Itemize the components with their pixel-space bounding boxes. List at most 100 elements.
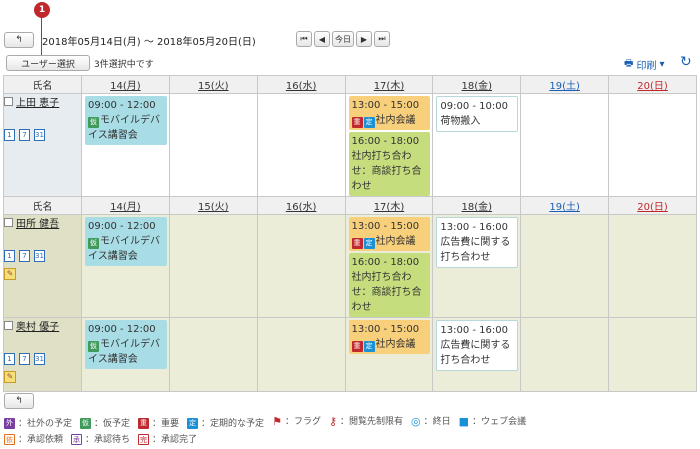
- schedule-event[interactable]: 13:00 - 15:00 重定社内会議: [348, 320, 431, 354]
- day-header: 20(日): [608, 196, 697, 215]
- last-week-button[interactable]: ⏭: [374, 31, 390, 47]
- day-cell[interactable]: 13:00 - 15:00 重定社内会議 16:00 - 18:00 社内打ち合わせ：…: [344, 214, 434, 318]
- day-link[interactable]: 20(日): [637, 81, 668, 92]
- day-link[interactable]: 17(木): [374, 81, 405, 92]
- event-time: 13:00 - 16:00: [440, 222, 508, 233]
- printer-icon: 🖶: [624, 58, 634, 69]
- schedule-event[interactable]: 09:00 - 12:00 仮モバイルデバイス講習会: [85, 96, 167, 145]
- day-link[interactable]: 16(水): [286, 202, 317, 213]
- prev-week-button[interactable]: ◀: [314, 31, 330, 47]
- schedule-event[interactable]: 16:00 - 18:00 社内打ち合わせ：商談打ち合わせ: [348, 132, 431, 196]
- day-link[interactable]: 17(木): [374, 202, 405, 213]
- day-link[interactable]: 16(水): [286, 81, 317, 92]
- schedule-event[interactable]: 09:00 - 10:00 荷物搬入: [436, 96, 519, 132]
- day-link[interactable]: 18(金): [462, 81, 493, 92]
- day-cell[interactable]: [168, 93, 258, 197]
- day-link[interactable]: 14(月): [110, 81, 141, 92]
- event-time: 09:00 - 12:00: [88, 221, 156, 232]
- event-title: 仮モバイルデバイス講習会: [88, 236, 160, 262]
- user-name-link[interactable]: 奥村 優子: [16, 318, 59, 333]
- day-view-icon[interactable]: 1: [4, 129, 15, 141]
- day-link[interactable]: 19(土): [549, 81, 580, 92]
- day-cell[interactable]: 09:00 - 12:00 仮モバイルデバイス講習会: [81, 93, 170, 197]
- first-week-button[interactable]: ⏮: [296, 31, 312, 47]
- day-cell[interactable]: [256, 214, 346, 318]
- day-cell[interactable]: [520, 214, 610, 318]
- event-time: 13:00 - 15:00: [351, 100, 420, 111]
- schedule-event[interactable]: 09:00 - 12:00 仮モバイルデバイス講習会: [85, 320, 167, 369]
- legend-tag-icon: 定: [187, 418, 199, 429]
- day-cell[interactable]: 09:00 - 12:00 仮モバイルデバイス講習会: [81, 214, 170, 318]
- schedule-event[interactable]: 13:00 - 15:00 重定社内会議: [348, 217, 431, 251]
- memo-edit-icon[interactable]: ✎: [4, 268, 16, 280]
- bottom-back-button[interactable]: ↰: [4, 393, 34, 409]
- day-link[interactable]: 14(月): [110, 202, 141, 213]
- user-checkbox[interactable]: [4, 321, 13, 330]
- today-button[interactable]: 今日: [332, 31, 354, 47]
- day-header-row: 氏名 14(月) 15(火) 16(水) 17(木) 18(金) 19(土) 20(日): [3, 196, 697, 215]
- legend-tag-icon: 外: [4, 418, 15, 429]
- day-cell[interactable]: [608, 93, 697, 197]
- event-tag-icon: 重: [351, 341, 363, 352]
- user-name-link[interactable]: 田所 健吾: [16, 215, 59, 230]
- schedule-event[interactable]: 09:00 - 12:00 仮モバイルデバイス講習会: [85, 217, 167, 266]
- next-week-button[interactable]: ▶: [356, 31, 372, 47]
- day-cell[interactable]: [256, 317, 346, 392]
- week-view-icon[interactable]: 7: [19, 129, 30, 141]
- day-cell[interactable]: 09:00 - 10:00 荷物搬入: [432, 93, 522, 197]
- event-tag-icon: 定: [363, 117, 375, 128]
- day-header: 19(土): [520, 196, 610, 215]
- day-cell[interactable]: [168, 214, 258, 318]
- event-tag-icon: 仮: [88, 341, 99, 352]
- day-view-icon[interactable]: 1: [4, 353, 15, 365]
- back-button[interactable]: ↰: [4, 32, 34, 48]
- user-checkbox[interactable]: [4, 218, 13, 227]
- name-column-header: 氏名: [3, 196, 82, 215]
- day-cell[interactable]: 13:00 - 15:00 重定社内会議: [344, 317, 434, 392]
- user-checkbox[interactable]: [4, 97, 13, 106]
- legend-label: ：定期的な予定: [201, 418, 265, 429]
- month-view-icon[interactable]: 31: [34, 129, 45, 141]
- day-view-icon[interactable]: 1: [4, 250, 15, 262]
- event-title: 社内打ち合わせ：商談打ち合わせ: [351, 272, 422, 313]
- refresh-icon[interactable]: ↻: [680, 54, 692, 70]
- day-cell[interactable]: [520, 93, 610, 197]
- day-cell[interactable]: [608, 214, 697, 318]
- legend-item: 承：承認待ち: [71, 432, 130, 448]
- day-link[interactable]: 15(火): [198, 202, 229, 213]
- month-view-icon[interactable]: 31: [34, 250, 45, 262]
- day-cell[interactable]: 13:00 - 16:00 広告費に関する打ち合わせ: [432, 214, 522, 318]
- legend-label: ：承認依頼: [18, 434, 64, 445]
- day-link[interactable]: 19(土): [549, 202, 580, 213]
- user-select-button[interactable]: ユーザー選択: [6, 55, 90, 71]
- day-cell[interactable]: 13:00 - 16:00 広告費に関する打ち合わせ: [432, 317, 522, 392]
- legend-label: ：承認待ち: [85, 434, 131, 445]
- week-view-icon[interactable]: 7: [19, 353, 30, 365]
- schedule-event[interactable]: 13:00 - 16:00 広告費に関する打ち合わせ: [436, 320, 519, 371]
- day-cell[interactable]: [608, 317, 697, 392]
- legend-item: ■ ：ウェブ会議: [459, 414, 526, 430]
- day-link[interactable]: 18(金): [462, 202, 493, 213]
- day-cell[interactable]: [256, 93, 346, 197]
- key-icon: ⚷: [328, 415, 338, 428]
- date-navigation: ⏮ ◀ 今日 ▶ ⏭: [296, 31, 390, 47]
- user-row: 上田 恵子 1 7 31 09:00 - 12:00 仮モバイルデバイス講習会 13:00 …: [3, 93, 697, 197]
- day-cell[interactable]: [520, 317, 610, 392]
- week-view-icon[interactable]: 7: [19, 250, 30, 262]
- memo-edit-icon[interactable]: ✎: [4, 371, 16, 383]
- schedule-event[interactable]: 13:00 - 16:00 広告費に関する打ち合わせ: [436, 217, 519, 268]
- day-cell[interactable]: [168, 317, 258, 392]
- day-header: 17(木): [344, 75, 434, 94]
- print-menu[interactable]: 🖶 印刷 ▾: [624, 56, 664, 73]
- day-cell[interactable]: 13:00 - 15:00 重定社内会議 16:00 - 18:00 社内打ち合わせ：…: [344, 93, 434, 197]
- schedule-event[interactable]: 13:00 - 15:00 重定社内会議: [348, 96, 431, 130]
- legend-label: ：仮予定: [94, 418, 131, 429]
- schedule-event[interactable]: 16:00 - 18:00 社内打ち合わせ：商談打ち合わせ: [348, 253, 431, 317]
- month-view-icon[interactable]: 31: [34, 353, 45, 365]
- day-link[interactable]: 15(火): [198, 81, 229, 92]
- user-name-link[interactable]: 上田 恵子: [16, 94, 59, 109]
- event-title: 広告費に関する打ち合わせ: [440, 237, 511, 263]
- day-link[interactable]: 20(日): [637, 202, 668, 213]
- day-cell[interactable]: 09:00 - 12:00 仮モバイルデバイス講習会: [81, 317, 170, 392]
- legend: 外：社外の予定仮：仮予定重：重要定：定期的な予定 ⚑ ：フラグ ⚷ ：閲覧先制限有 ◎ ：終…: [4, 414, 534, 448]
